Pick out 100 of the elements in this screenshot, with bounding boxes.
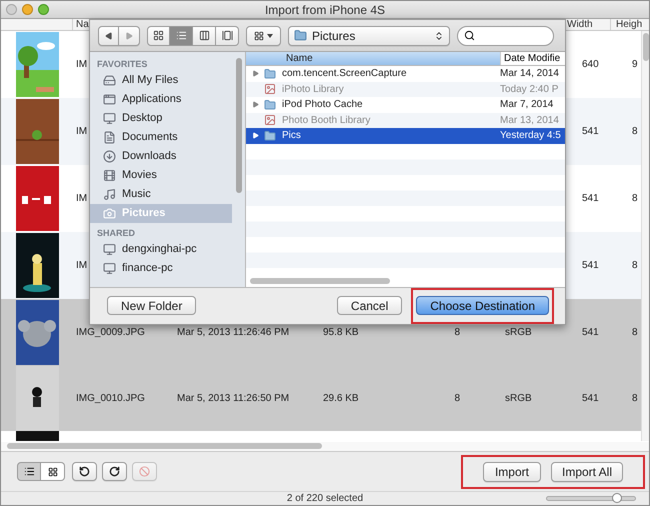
list-view-button[interactable] [17,462,41,481]
download-icon [103,150,116,163]
sidebar-item[interactable]: All My Files [90,71,232,90]
document-icon [103,131,116,144]
table-cell: 541 [582,260,599,271]
table-cell: IM [76,193,88,204]
rotate-left-icon [79,466,90,477]
column-view-button[interactable] [193,26,216,46]
arrange-button[interactable] [246,26,281,46]
sidebar-item[interactable]: Music [90,185,232,204]
grid-icon [153,30,164,41]
disclosure-triangle-icon [252,132,258,140]
table-cell: IMG_0010.JPG [76,392,145,404]
sidebar-item[interactable]: dengxinghai-pc [90,240,232,259]
table-cell: 9 [632,59,638,70]
sidebar-item[interactable]: Movies [90,166,232,185]
music-icon [103,188,116,201]
search-icon [464,30,475,41]
table-cell: 541 [582,193,599,204]
rotate-right-icon [109,466,120,477]
caret-icon [267,34,273,38]
column-header[interactable]: Heigh [611,19,641,30]
close-button[interactable] [6,4,17,15]
sidebar-item[interactable]: Downloads [90,147,232,166]
scrollbar-thumb[interactable] [236,58,242,193]
table-cell: 541 [582,392,599,404]
slider-thumb[interactable] [612,493,622,503]
status-text: 2 of 220 selected [286,492,364,505]
folder-icon [294,29,307,42]
rotate-left-button[interactable] [72,462,97,481]
grid-icon [48,466,58,476]
cover-flow-button[interactable] [216,26,239,46]
table-cell: IM [76,260,88,271]
monitor-icon [103,262,116,275]
sidebar-item[interactable]: Desktop [90,109,232,128]
film-strip-icon [222,30,232,41]
import-button[interactable]: Import [482,462,541,482]
columns-icon [198,30,210,41]
grid-view-button[interactable] [41,462,65,481]
popup-arrows-icon [434,30,444,40]
table-cell: 8 [454,326,460,338]
import-all-button[interactable]: Import All [550,462,623,482]
table-cell: 541 [582,126,599,137]
sidebar-heading: FAVORITES [96,58,148,71]
new-folder-button[interactable]: New Folder [107,296,196,315]
monitor-icon [103,112,116,125]
table-cell: sRGB [505,326,532,338]
folder-icon [264,98,276,111]
back-button[interactable] [98,26,119,46]
sidebar-item[interactable]: Documents [90,128,232,147]
table-cell: 8 [632,193,638,204]
rotate-right-button[interactable] [102,462,127,481]
table-cell: 8 [454,392,460,404]
camera-icon [103,207,116,220]
drive-icon [103,74,116,87]
table-cell: sRGB [505,392,532,404]
app-window-icon [103,93,116,106]
cancel-button[interactable]: Cancel [336,296,402,315]
search-field[interactable] [457,26,554,46]
scrollbar-thumb[interactable] [250,278,390,284]
file-row[interactable]: Pics Yesterday 4:5 [246,128,565,144]
monitor-icon [103,243,116,256]
location-popup[interactable]: Pictures [288,26,450,46]
sidebar-item[interactable]: Applications [90,90,232,109]
vertical-scrollbar[interactable] [641,31,649,441]
icon-view-button[interactable] [147,26,170,46]
table-cell: 95.8 KB [323,326,359,338]
table-cell: Mar 5, 2013 11:26:50 PM [177,392,290,404]
table-cell: IMG_0009.JPG [76,326,145,338]
back-icon [104,32,112,40]
minimize-button[interactable] [22,4,33,15]
column-header[interactable]: Date Modifie [500,52,560,65]
forward-icon [125,32,133,40]
folder-icon [264,130,276,142]
table-cell: 541 [582,326,599,338]
table-cell: 29.6 KB [323,392,359,404]
sidebar-heading: SHARED [96,227,136,240]
sidebar-item[interactable]: finance-pc [90,259,232,278]
table-cell: 8 [632,392,638,404]
table-cell: 8 [632,126,638,137]
table-cell: 8 [632,326,638,338]
disclosure-triangle-icon [252,101,258,108]
table-cell: Mar 5, 2013 11:26:46 PM [177,326,290,338]
window-title: Import from iPhone 4S [264,2,386,18]
photo-icon [264,83,276,96]
table-cell: IM [76,59,88,70]
zoom-button[interactable] [38,4,49,15]
table-cell: 8 [632,260,638,271]
choose-destination-button[interactable]: Choose Destination [416,296,549,315]
film-icon [103,169,116,182]
photo-icon [264,114,276,126]
no-entry-icon [139,466,150,477]
table-cell: 640 [582,59,599,70]
disclosure-triangle-icon [252,70,258,78]
grid-icon [254,30,264,40]
column-header[interactable]: Name [246,52,500,65]
table-cell: IM [76,126,88,137]
folder-icon [264,68,276,80]
zoom-slider[interactable] [546,496,636,501]
horizontal-scrollbar[interactable] [1,442,649,451]
